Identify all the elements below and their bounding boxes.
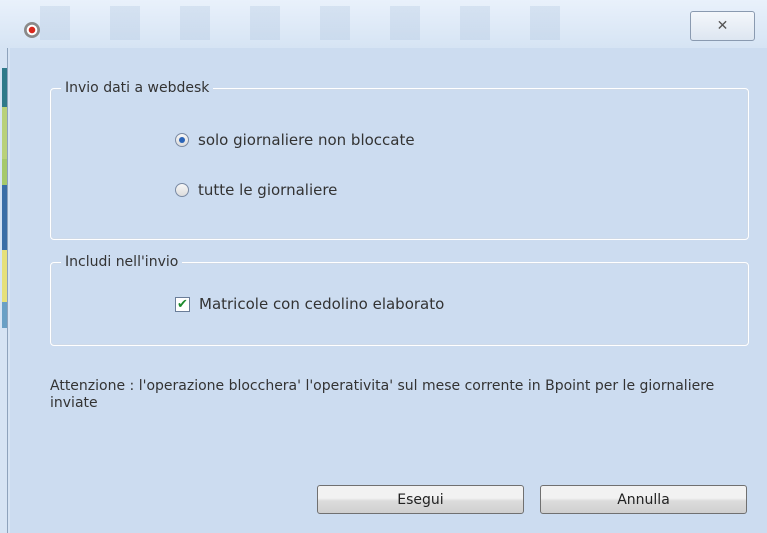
radio-label-non-blocked: solo giornaliere non bloccate <box>198 131 415 149</box>
warning-note: Attenzione : l'operazione blocchera' l'o… <box>50 378 715 411</box>
include-group-title: Includi nell'invio <box>61 253 183 271</box>
dialog-window: ✕ Invio dati a webdesk solo giornaliere … <box>0 0 767 533</box>
checkbox-checked[interactable]: ✔ <box>175 296 190 312</box>
radio-button-selected[interactable] <box>175 133 189 147</box>
radio-label-all: tutte le giornaliere <box>198 181 338 199</box>
include-group: Includi nell'invio ✔ Matricole con cedol… <box>50 253 749 346</box>
close-button[interactable]: ✕ <box>690 11 755 41</box>
radio-option-all[interactable]: tutte le giornaliere <box>175 181 337 199</box>
cancel-button[interactable]: Annulla <box>540 485 747 514</box>
frame-border <box>7 48 8 533</box>
execute-button[interactable]: Esegui <box>317 485 524 514</box>
radio-button[interactable] <box>175 183 189 197</box>
send-data-group: Invio dati a webdesk solo giornaliere no… <box>50 79 749 240</box>
window-frame-left <box>0 48 10 533</box>
checkbox-label-payslip: Matricole con cedolino elaborato <box>199 295 445 313</box>
app-record-icon <box>24 22 40 38</box>
radio-option-non-blocked[interactable]: solo giornaliere non bloccate <box>175 131 415 149</box>
dialog-client-area: Invio dati a webdesk solo giornaliere no… <box>10 48 767 533</box>
checkbox-option-payslip[interactable]: ✔ Matricole con cedolino elaborato <box>175 295 444 313</box>
title-bar[interactable]: ✕ <box>0 0 767 48</box>
send-data-group-title: Invio dati a webdesk <box>61 79 214 97</box>
title-bar-background <box>0 6 600 40</box>
close-icon: ✕ <box>716 18 729 34</box>
